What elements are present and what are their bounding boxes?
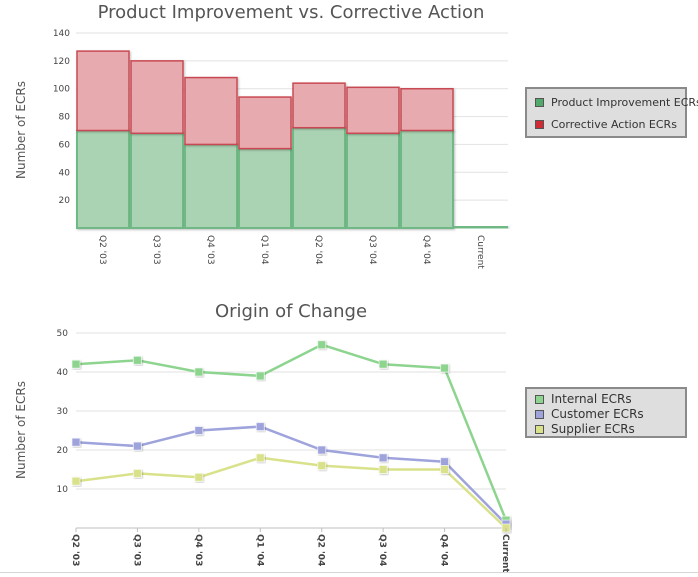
point-customer-ecrs-q4-04 [440, 457, 450, 467]
bar-corrective-action-ecrs-q4-04 [400, 87, 454, 132]
bar-chart-y-axis-label: Number of ECRs [14, 81, 28, 179]
line-chart-y-ticks: 10 20 30 40 50 [57, 329, 69, 495]
line-x-tick-label: Q3 '04 [377, 534, 387, 566]
line-chart-legend: Internal ECRs Customer ECRs Supplier ECR… [525, 387, 687, 438]
line-chart-series [71, 340, 511, 533]
line-x-tick-label: Q2 '04 [316, 534, 326, 566]
legend-item-internal: Internal ECRs [535, 392, 632, 406]
bar-corrective-action-ecrs-q2-04 [292, 82, 346, 129]
point-supplier-ecrs-q4-04 [440, 465, 450, 474]
legend-item-supplier: Supplier ECRs [535, 422, 635, 436]
point-customer-ecrs-q2-04 [317, 445, 327, 455]
line-x-tick-label: Q4 '04 [439, 534, 449, 566]
line-y-tick-label: 40 [57, 368, 69, 378]
bar-chart-x-ticks: Q2 '03 Q3 '03 Q4 '03 Q1 '04 Q2 '04 Q3 '04 Q4 '… [97, 235, 485, 269]
point-internal-ecrs-q4-04 [440, 363, 450, 373]
legend-item-corrective-action: Corrective Action ECRs [535, 118, 677, 132]
bar-y-tick-label: 40 [59, 168, 71, 178]
bar-product-improvement-ecrs-q2-03 [76, 129, 130, 229]
point-internal-ecrs-q4-03 [194, 367, 204, 377]
legend-swatch-corrective-action [535, 120, 544, 129]
bar-x-tick-label: Q4 '04 [421, 235, 431, 265]
point-internal-ecrs-q3-03 [132, 355, 142, 365]
bar-product-improvement-ecrs-q4-03 [184, 143, 238, 229]
legend-swatch-internal [535, 395, 544, 404]
bar-product-improvement-ecrs-q1-04 [238, 147, 292, 230]
bar-product-improvement-ecrs-q3-04 [346, 132, 400, 230]
bar-y-tick-label: 60 [59, 140, 71, 150]
bar-y-tick-label: 80 [59, 113, 71, 123]
line-chart-y-axis-label: Number of ECRs [14, 381, 28, 479]
bar-chart-bars [76, 50, 508, 230]
bar-x-tick-label: Q4 '03 [205, 235, 215, 265]
point-customer-ecrs-q4-03 [194, 426, 204, 435]
legend-swatch-supplier [535, 425, 544, 434]
legend-item-product-improvement: Product Improvement ECRs [535, 96, 698, 110]
bar-y-tick-label: 20 [59, 196, 71, 206]
bar-product-improvement-ecrs-current [454, 225, 508, 229]
point-supplier-ecrs-q3-03 [132, 468, 142, 478]
ecr-bar-chart: Product Improvement vs. Corrective Actio… [14, 2, 508, 269]
point-supplier-ecrs-q4-03 [194, 472, 204, 482]
legend-label-internal: Internal ECRs [551, 392, 632, 406]
point-customer-ecrs-q1-04 [255, 422, 265, 432]
point-supplier-ecrs-q2-04 [317, 461, 327, 471]
bar-corrective-action-ecrs-q1-04 [238, 96, 292, 150]
bar-corrective-action-ecrs-q3-04 [346, 86, 400, 135]
bar-x-tick-label: Q3 '04 [367, 235, 377, 265]
line-y-tick-label: 50 [57, 329, 69, 339]
bar-chart-title: Product Improvement vs. Corrective Actio… [98, 2, 485, 23]
legend-label-corrective-action: Corrective Action ECRs [551, 118, 677, 131]
legend-swatch-customer [535, 410, 544, 419]
bar-x-tick-label: Current [475, 235, 485, 269]
line-x-tick-label: Q1 '04 [254, 534, 264, 566]
point-supplier-ecrs-q1-04 [255, 453, 265, 463]
line-x-tick-label: Q3 '03 [131, 534, 141, 566]
legend-swatch-product-improvement [535, 98, 544, 107]
legend-item-customer: Customer ECRs [535, 407, 644, 421]
bar-x-tick-label: Q2 '03 [97, 235, 107, 265]
bottom-divider [0, 572, 698, 573]
point-internal-ecrs-q2-04 [317, 340, 327, 350]
bar-product-improvement-ecrs-q3-03 [130, 132, 184, 230]
bar-x-tick-label: Q1 '04 [259, 235, 269, 265]
bar-chart-legend: Product Improvement ECRs Corrective Acti… [525, 87, 698, 138]
bar-corrective-action-ecrs-q3-03 [130, 60, 184, 135]
bar-corrective-action-ecrs-q4-03 [184, 76, 238, 146]
point-supplier-ecrs-q2-03 [71, 476, 81, 486]
point-internal-ecrs-q2-03 [71, 359, 81, 369]
point-customer-ecrs-q3-03 [132, 441, 142, 451]
point-internal-ecrs-q1-04 [255, 371, 265, 381]
bar-product-improvement-ecrs-q2-04 [292, 126, 346, 229]
line-x-tick-label: Q4 '03 [193, 534, 203, 566]
bar-y-tick-label: 140 [53, 29, 70, 39]
bar-product-improvement-ecrs-q4-04 [400, 129, 454, 229]
bar-x-tick-label: Q3 '03 [151, 235, 161, 265]
point-internal-ecrs-q3-04 [378, 359, 388, 369]
line-chart-title: Origin of Change [215, 301, 367, 322]
point-customer-ecrs-q2-03 [71, 437, 81, 447]
legend-label-product-improvement: Product Improvement ECRs [551, 96, 698, 109]
bar-y-tick-label: 100 [53, 85, 70, 95]
bar-y-tick-label: 120 [53, 57, 70, 67]
bar-chart-y-ticks: 20 40 60 80 100 120 140 [53, 29, 70, 206]
line-x-tick-label: Q2 '03 [70, 534, 80, 566]
line-y-tick-label: 30 [57, 407, 69, 417]
bar-corrective-action-ecrs-q2-03 [76, 50, 130, 132]
line-y-tick-label: 10 [57, 485, 69, 495]
origin-line-chart: Origin of Change Number of ECRs 10 20 30 40… [14, 301, 511, 573]
legend-label-customer: Customer ECRs [551, 407, 644, 421]
point-customer-ecrs-q3-04 [378, 453, 388, 463]
line-chart-x-ticks: Q2 '03 Q3 '03 Q4 '03 Q1 '04 Q2 '04 Q3 '04 Q4 '… [70, 528, 510, 573]
bar-x-tick-label: Q2 '04 [313, 235, 323, 265]
legend-label-supplier: Supplier ECRs [551, 422, 635, 436]
line-x-tick-label: Current [500, 534, 510, 573]
line-y-tick-label: 20 [57, 446, 69, 456]
point-supplier-ecrs-q3-04 [378, 465, 388, 474]
